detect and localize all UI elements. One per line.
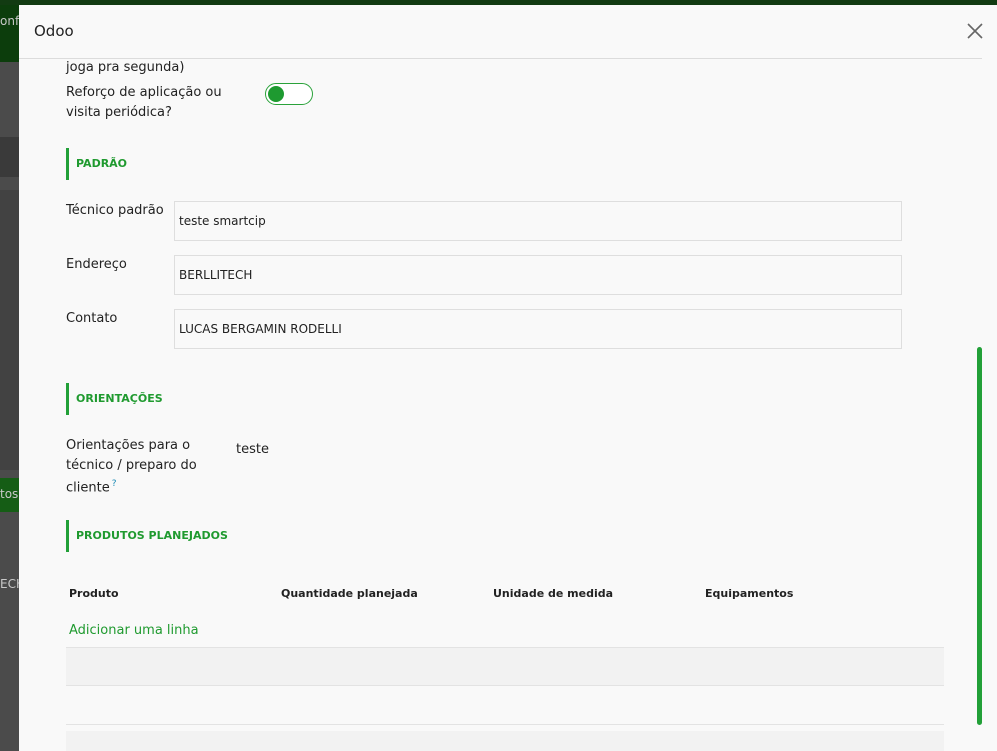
- endereco-field[interactable]: BERLLITECH: [174, 255, 902, 295]
- help-icon[interactable]: ?: [112, 479, 117, 489]
- scrollbar-thumb[interactable]: [977, 347, 982, 725]
- add-line-link[interactable]: Adicionar uma linha: [69, 623, 199, 638]
- orientacoes-label: Orientações para o técnico / preparo do …: [66, 436, 206, 498]
- section-title: ORIENTAÇÕES: [76, 392, 163, 405]
- background-stripe: [0, 190, 20, 470]
- endereco-value: BERLLITECH: [179, 268, 253, 282]
- orientacoes-value[interactable]: teste: [236, 440, 269, 460]
- modal-title: Odoo: [34, 22, 74, 40]
- modal-dialog: Odoo joga pra segunda) Reforço de aplica…: [19, 5, 997, 751]
- reforco-toggle[interactable]: [265, 83, 313, 105]
- tecnico-value: teste smartcip: [179, 214, 266, 228]
- section-padrao: PADRÃO: [66, 148, 127, 180]
- column-header-equipamentos[interactable]: Equipamentos: [705, 587, 793, 600]
- column-header-quantidade[interactable]: Quantidade planejada: [281, 587, 418, 600]
- column-header-produto[interactable]: Produto: [69, 587, 119, 600]
- column-header-unidade[interactable]: Unidade de medida: [493, 587, 613, 600]
- orientacoes-label-text: Orientações para o técnico / preparo do …: [66, 438, 197, 496]
- tecnico-field[interactable]: teste smartcip: [174, 201, 902, 241]
- contato-field[interactable]: LUCAS BERGAMIN RODELLI: [174, 309, 902, 349]
- modal-header: Odoo: [19, 5, 983, 59]
- section-title: PRODUTOS PLANEJADOS: [76, 529, 228, 542]
- table-row-empty: [66, 731, 944, 751]
- close-icon[interactable]: [963, 19, 987, 43]
- section-title: PADRÃO: [76, 157, 128, 170]
- background-menu-fragment: onfi: [0, 14, 20, 28]
- contato-value: LUCAS BERGAMIN RODELLI: [179, 322, 342, 336]
- table-row-divider: [66, 724, 944, 725]
- table-row-divider: [66, 685, 944, 686]
- reforco-label: Reforço de aplicação ou visita periódica…: [66, 85, 222, 120]
- background-stripe: [0, 137, 20, 177]
- partial-field-text: joga pra segunda): [66, 60, 185, 75]
- tecnico-label: Técnico padrão: [66, 203, 164, 218]
- toggle-knob: [268, 86, 284, 102]
- section-orientacoes: ORIENTAÇÕES: [66, 383, 163, 415]
- table-row-empty: [66, 648, 944, 685]
- background-value-fragment: ECH: [0, 577, 20, 591]
- endereco-label: Endereço: [66, 257, 127, 272]
- contato-label: Contato: [66, 311, 118, 326]
- section-produtos: PRODUTOS PLANEJADOS: [66, 520, 228, 552]
- background-tab-fragment: tos: [0, 487, 19, 501]
